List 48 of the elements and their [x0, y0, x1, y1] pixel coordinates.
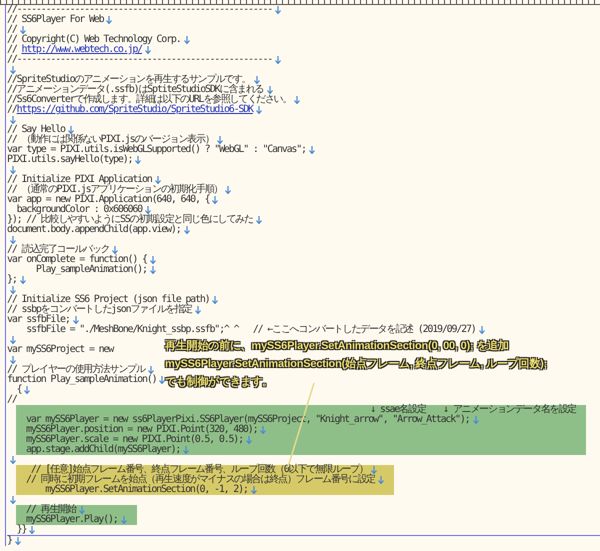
code-line: { — [16, 385, 22, 395]
code-line: function Play_sampleAnimation() — [7, 375, 156, 385]
callout-text: mySS6Player.SetAnimationSection(始点フレーム, 終点フレーム, ループ回数); — [165, 357, 548, 371]
code-line: // （動作には関係ないPIXI.jsのバージョン表示） — [7, 135, 214, 145]
code-line: // — [7, 45, 17, 55]
code-line: // — [7, 25, 17, 35]
code-line: mySS6Player.scale = new PIXI.Point(0.5, 0.5); — [26, 435, 243, 445]
code-line: // — [7, 105, 17, 115]
code-line: // 再生開始 — [26, 505, 76, 515]
code-line: //アニメーションデータ(.ssfb)はSptiteStudioSDKに含まれる — [7, 85, 264, 95]
code-line: mySS6Player.SetAnimationSection(0, -1, 2); — [44, 485, 248, 495]
code-line: // 読込完了コールバック — [7, 245, 110, 255]
code-line: // Initialize SS6 Project (json file path) — [7, 295, 210, 305]
code-line: }; — [7, 275, 17, 285]
code-line: //SpriteStudioのアニメーションを再生するサンプルです。 — [7, 75, 250, 85]
code-line: Play_sampleAnimation(); — [36, 265, 147, 275]
code-line: // Copyright(C) Web Technology Corp. — [7, 35, 181, 45]
code-line: // ssbpをコンバートしたjsonファイルを指定 — [7, 305, 192, 315]
code-line: // SS6Player For Web — [7, 15, 104, 25]
code-line: var app = new PIXI.Application(640, 640, { — [7, 195, 210, 205]
code-line: // プレイヤーの使用方法サンプル — [7, 365, 145, 375]
code-line: var ssfbFile; — [7, 315, 70, 325]
code-line: }); // 比較しやすいようにSSの初期設定と同じ色にしてみた — [7, 215, 253, 225]
code-line: PIXI.utils.sayHello(type); — [7, 155, 132, 165]
code-annotation: ↓ ssae名設定 ↓ アニメーションデータ名を設定 — [370, 405, 576, 415]
code-line: var mySS6Project = new — [7, 345, 114, 355]
code-line: var type = PIXI.utils.isWebGLSupported() ? "WebGL" : "Canvas"; — [7, 145, 306, 155]
code-line: // Initialize PIXI Application — [7, 175, 152, 185]
code-line: mySS6Player.Play(); — [26, 515, 118, 525]
code-line: } — [7, 536, 12, 546]
code-line: }} — [16, 525, 26, 535]
code-line: app.stage.addChild(mySS6Player); — [26, 445, 180, 455]
code-line: //----------------------------------------------------- — [7, 5, 272, 15]
code-line: // 同時に初期フレームを始点（再生速度がマイナスの場合は終点）フレーム番号に設定 — [26, 475, 375, 485]
code-line: document.body.appendChild(app.view); — [7, 225, 181, 235]
code-line: backgroundColor : 0x606060 — [16, 205, 142, 215]
url-link[interactable]: https://github.com/SpriteStudio/SpriteStudio6-SDK — [16, 105, 253, 115]
code-line: // Say Hello — [7, 125, 65, 135]
code-line: // （通常のPIXI.jsアプリケーションの初期化手順） — [7, 185, 222, 195]
code-line: // — [7, 395, 17, 405]
url-link[interactable]: http://www.webtech.co.jp/ — [21, 45, 142, 55]
code-line: //Ss6Converterで作成します。詳細は以下のURLを参照してください。 — [7, 95, 292, 105]
callout-text: でも制御ができます。 — [165, 375, 274, 389]
code-line: ssfbFile = "./MeshBone/Knight_ssbp.ssfb";^ ^ // ←ここへコンバートしたデータを記述 (2019/09/27) — [25, 325, 476, 335]
code-line: var onComplete = function() { — [7, 255, 147, 265]
callout-text: 再生開始の前に、mySS6Player.SetAnimationSection(0, 00, 0); を追加 — [165, 339, 509, 353]
code-line: //----------------------------------------------------- — [7, 55, 272, 65]
code-line: mySS6Player.position = new PIXI.Point(320, 480); — [26, 425, 258, 435]
